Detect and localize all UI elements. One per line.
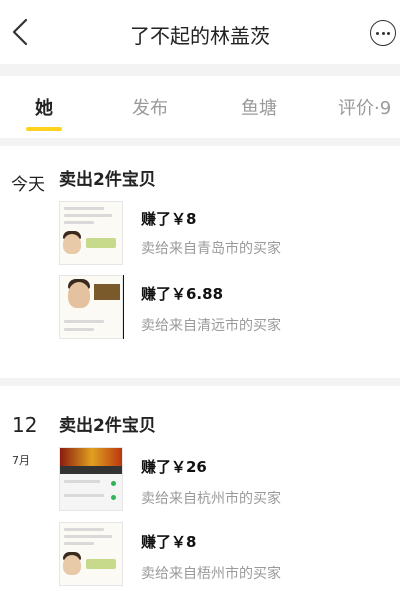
buyer-location: 卖给来自清远市的买家 [141,318,281,334]
tab-fish-pond[interactable]: 鱼塘 [241,94,277,120]
tab-her[interactable]: 她 [35,94,53,120]
active-tab-indicator [26,127,62,131]
buyer-location: 卖给来自青岛市的买家 [141,241,281,257]
profile-tabs: 她 发布 鱼塘 评价·9 [0,76,400,138]
top-navbar: 了不起的林盖茨 [0,0,400,64]
earned-amount: 赚了￥6.88 [141,285,224,303]
more-dot-icon [376,32,379,35]
more-dot-icon [387,32,390,35]
section-spacer [0,378,400,386]
tab-published[interactable]: 发布 [132,94,168,120]
item-thumbnail [59,522,123,586]
more-options-button[interactable] [370,20,396,46]
group-title: 卖出2件宝贝 [59,170,156,190]
section-spacer [0,64,400,76]
item-thumbnail [59,447,123,511]
earned-amount: 赚了￥8 [141,533,197,551]
item-thumbnail [59,201,123,265]
buyer-location: 卖给来自杭州市的买家 [141,491,281,507]
page-title: 了不起的林盖茨 [130,24,270,48]
earned-amount: 赚了￥8 [141,210,197,228]
earned-amount: 赚了￥26 [141,458,207,476]
buyer-location: 卖给来自梧州市的买家 [141,566,281,582]
day-label: 今天 [11,175,45,195]
item-divider [123,275,124,339]
day-number: 12 [12,413,38,437]
more-dot-icon [381,32,385,35]
tab-reviews[interactable]: 评价·9 [338,94,391,120]
month-label: 7月 [12,454,30,467]
item-thumbnail [59,275,123,339]
group-title: 卖出2件宝贝 [59,416,156,436]
section-spacer [0,138,400,146]
